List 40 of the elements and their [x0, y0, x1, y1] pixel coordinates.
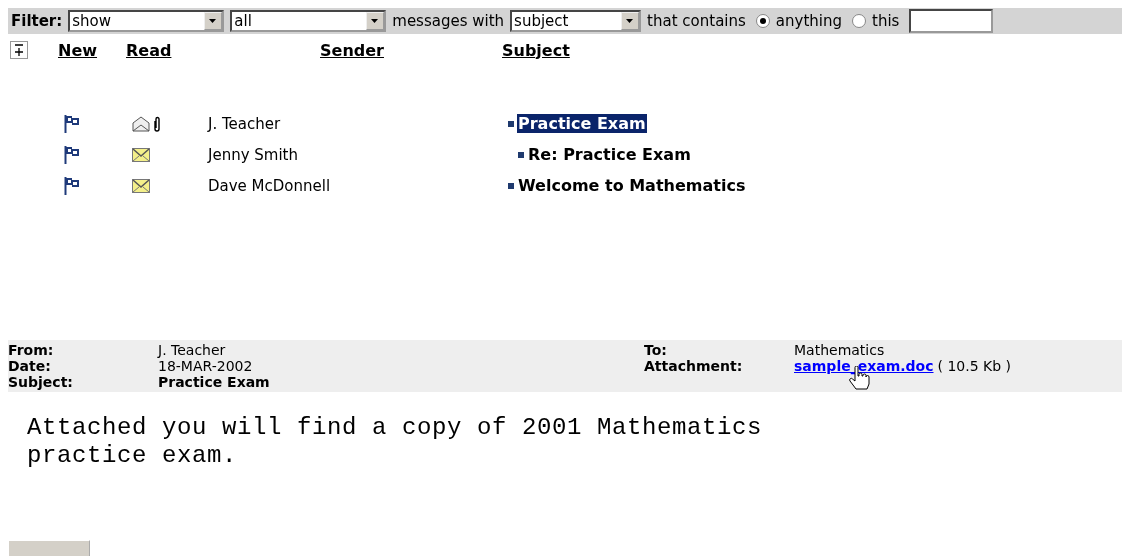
dropdown-arrow-icon [371, 18, 380, 24]
radio-button[interactable] [755, 14, 770, 28]
column-header[interactable]: New [58, 40, 98, 60]
field-value: Mathematics [794, 342, 885, 358]
message-subject[interactable]: Welcome to Mathematics [517, 176, 747, 195]
filter-text: messages with [392, 12, 505, 30]
column-header[interactable]: Subject [502, 40, 570, 60]
filter-label: Filter: [11, 12, 63, 30]
sender-name: J. Teacher [208, 114, 281, 133]
column-header[interactable]: Read [126, 40, 172, 60]
field-label: Date: [8, 358, 52, 374]
message-body: Attached you will find a copy of 2001 Mathematics practice exam. [26, 413, 764, 470]
field-value: Practice Exam [158, 374, 270, 390]
field-label: To: [644, 342, 668, 358]
field-label: Subject: [8, 374, 74, 390]
radio-label: anything [775, 12, 842, 30]
filter-text: that contains [647, 12, 746, 30]
message-subject[interactable]: Re: Practice Exam [527, 145, 692, 164]
radio-button[interactable] [852, 14, 866, 28]
sender-name: Jenny Smith [208, 145, 298, 164]
expand-toggle-icon [10, 41, 28, 59]
sender-name: Dave McDonnell [208, 176, 331, 195]
field-value: J. Teacher [158, 342, 226, 358]
radio-label: this [872, 12, 900, 30]
file-size: ( 10.5 Kb ) [937, 358, 1012, 374]
dropdown[interactable]: all [230, 10, 387, 32]
column-header[interactable]: Sender [320, 40, 384, 60]
field-value: 18-MAR-2002 [158, 358, 253, 374]
attachment-link[interactable]: sample_exam.doc [794, 358, 934, 374]
dropdown-arrow-icon [209, 18, 218, 24]
message-subject[interactable]: Practice Exam [517, 114, 647, 133]
field-label: Attachment: [644, 358, 744, 374]
dropdown[interactable]: subject [510, 10, 642, 32]
dropdown-arrow-icon [626, 18, 635, 24]
field-label: From: [8, 342, 55, 358]
dropdown[interactable]: show [68, 10, 225, 32]
text-field[interactable] [909, 9, 994, 33]
bullet-icon [518, 151, 524, 158]
bullet-icon [508, 182, 514, 189]
bullet-icon [508, 120, 514, 127]
